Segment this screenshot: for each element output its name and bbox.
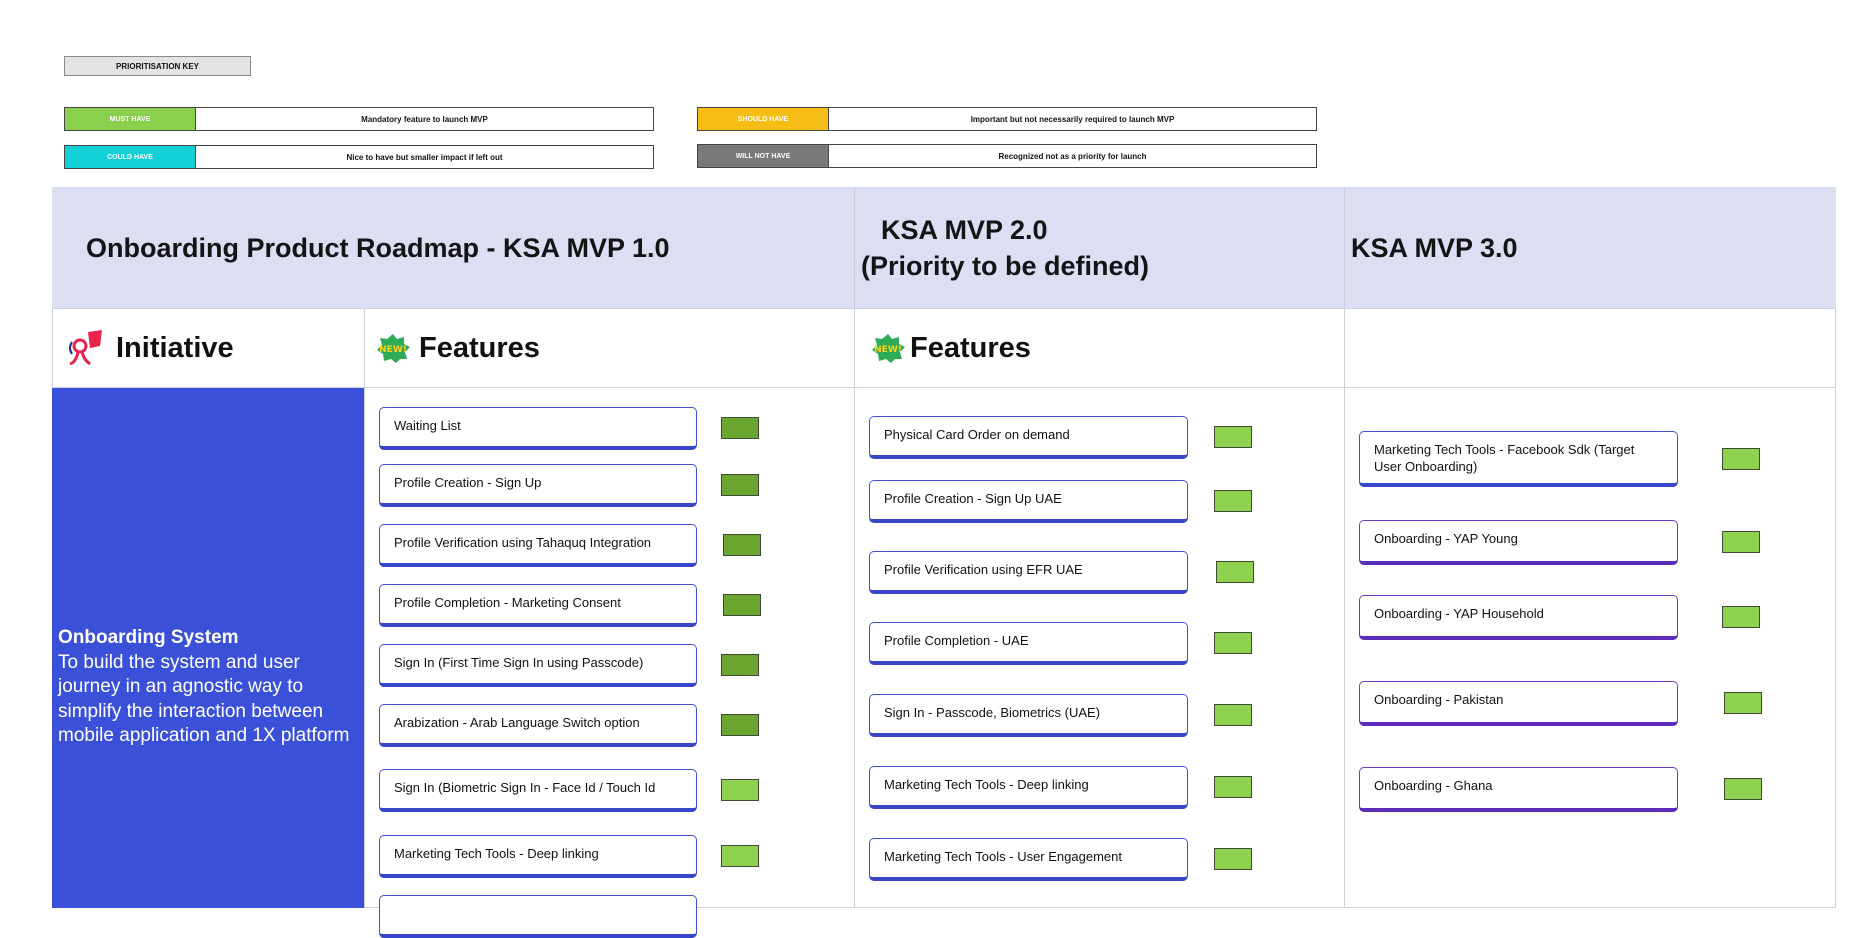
mvp2-priority-badge [1214,704,1252,726]
features-header-mvp2: NEW! Features [870,325,1031,371]
legend-will-not-have: WILL NOT HAVE Recognized not as a priori… [697,144,1317,168]
divider-initiative-features [364,309,365,908]
mvp1-feature-card[interactable]: Sign In (First Time Sign In using Passco… [379,644,697,687]
mvp2-feature-card[interactable]: Marketing Tech Tools - Deep linking [869,766,1188,809]
divider-mvp2-mvp3 [1344,187,1345,908]
mvp2-priority-badge [1216,561,1254,583]
mvp1-feature-card[interactable]: Profile Completion - Marketing Consent [379,584,697,627]
mvp2-priority-badge [1214,776,1252,798]
mvp3-feature-card[interactable]: Onboarding - Pakistan [1359,681,1678,726]
should-have-description: Important but not necessarily required t… [829,107,1317,131]
initiative-description: To build the system and user journey in … [58,651,350,747]
mvp3-priority-badge [1722,531,1760,553]
initiative-header-label: Initiative [116,331,234,364]
should-have-swatch: SHOULD HAVE [697,107,829,131]
mvp3-priority-badge [1724,778,1762,800]
mvp1-priority-badge [721,417,759,439]
mvp1-priority-badge [721,474,759,496]
mvp2-feature-card[interactable]: Profile Verification using EFR UAE [869,551,1188,594]
could-have-swatch: COULD HAVE [64,145,196,169]
mvp1-feature-card[interactable]: Arabization - Arab Language Switch optio… [379,704,697,747]
legend-should-have: SHOULD HAVE Important but not necessaril… [697,107,1317,131]
mvp2-feature-card[interactable]: Profile Completion - UAE [869,622,1188,665]
mvp2-title-line2: (Priority to be defined) [861,251,1150,281]
mvp3-feature-card[interactable]: Onboarding - Ghana [1359,767,1678,812]
divider-mvp1-mvp2 [854,187,855,908]
legend-must-have: MUST HAVE Mandatory feature to launch MV… [64,107,654,131]
new-badge-text: NEW! [379,345,407,355]
initiative-name: Onboarding System [58,627,239,648]
mvp3-feature-card[interactable]: Marketing Tech Tools - Facebook Sdk (Tar… [1359,431,1678,487]
mvp3-priority-badge [1722,448,1760,470]
will-not-have-description: Recognized not as a priority for launch [829,144,1317,168]
mvp1-title: Onboarding Product Roadmap - KSA MVP 1.0 [86,233,670,263]
mvp2-priority-badge [1214,632,1252,654]
new-badge-icon: NEW! [377,334,410,363]
could-have-description: Nice to have but smaller impact if left … [196,145,654,169]
mvp2-priority-badge [1214,426,1252,448]
mvp3-feature-card[interactable]: Onboarding - YAP Household [1359,595,1678,640]
must-have-description: Mandatory feature to launch MVP [196,107,654,131]
mvp1-priority-badge [721,714,759,736]
prioritisation-key-title: PRIORITISATION KEY [64,56,251,76]
mvp2-priority-badge [1214,490,1252,512]
mvp2-priority-badge [1214,848,1252,870]
mvp1-priority-badge [723,594,761,616]
will-not-have-swatch: WILL NOT HAVE [697,144,829,168]
mvp2-feature-card[interactable]: Sign In - Passcode, Biometrics (UAE) [869,694,1188,737]
new-badge-icon: NEW! [872,334,905,363]
initiative-panel: Onboarding System To build the system an… [52,388,364,908]
mvp1-feature-card[interactable] [379,895,697,938]
mvp3-feature-card[interactable]: Onboarding - YAP Young [1359,520,1678,565]
mvp1-feature-card[interactable]: Profile Creation - Sign Up [379,464,697,507]
mvp2-feature-card[interactable]: Physical Card Order on demand [869,416,1188,459]
mvp1-priority-badge [721,845,759,867]
legend-could-have: COULD HAVE Nice to have but smaller impa… [64,145,654,169]
mvp2-title-line1: KSA MVP 2.0 [881,215,1048,245]
mvp3-title: KSA MVP 3.0 [1351,233,1518,263]
mvp1-priority-badge [721,779,759,801]
new-badge-text: NEW! [874,345,902,355]
features-header-mvp2-label: Features [910,331,1031,364]
must-have-swatch: MUST HAVE [64,107,196,131]
initiative-header: Initiative [66,325,234,371]
mvp3-priority-badge [1724,692,1762,714]
mvp1-feature-card[interactable]: Waiting List [379,407,697,450]
mvp1-feature-card[interactable]: Profile Verification using Tahaquq Integ… [379,524,697,567]
mvp2-feature-card[interactable]: Profile Creation - Sign Up UAE [869,480,1188,523]
features-header-mvp1: NEW! Features [375,325,540,371]
mvp1-feature-card[interactable]: Sign In (Biometric Sign In - Face Id / T… [379,769,697,812]
rocket-mascot-icon [69,330,102,366]
mvp2-feature-card[interactable]: Marketing Tech Tools - User Engagement [869,838,1188,881]
mvp1-feature-card[interactable]: Marketing Tech Tools - Deep linking [379,835,697,878]
features-header-mvp1-label: Features [419,331,540,364]
mvp1-priority-badge [721,654,759,676]
mvp2-title: KSA MVP 2.0 (Priority to be defined) [861,212,1149,284]
mvp1-priority-badge [723,534,761,556]
mvp3-priority-badge [1722,606,1760,628]
